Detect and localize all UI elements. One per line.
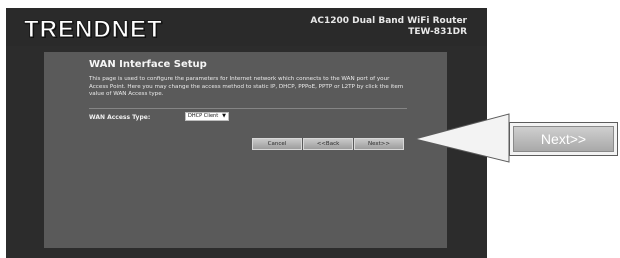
callout-zoom-box: Next>> — [509, 122, 618, 156]
callout-next-button: Next>> — [513, 126, 614, 152]
wan-access-type-select[interactable]: DHCP Client ▼ — [185, 112, 229, 121]
product-name: AC1200 Dual Band WiFi Router TEW-831DR — [310, 16, 467, 38]
dropdown-arrow-icon: ▼ — [222, 113, 226, 119]
cancel-button[interactable]: Cancel — [252, 138, 302, 150]
wan-setup-panel: WAN Interface Setup This page is used to… — [44, 52, 447, 248]
next-button[interactable]: Next>> — [354, 138, 404, 150]
router-ui-frame: TRENDNET AC1200 Dual Band WiFi Router TE… — [6, 8, 487, 258]
page-title: WAN Interface Setup — [89, 59, 207, 70]
product-model-line: AC1200 Dual Band WiFi Router — [310, 16, 467, 26]
back-button[interactable]: <<Back — [303, 138, 353, 150]
divider — [89, 108, 407, 109]
page-description: This page is used to configure the param… — [89, 76, 404, 98]
wan-access-type-value: DHCP Client — [188, 113, 219, 119]
wan-access-type-label: WAN Access Type: — [89, 114, 151, 121]
trendnet-logo: TRENDNET — [24, 16, 163, 44]
product-model-number: TEW-831DR — [408, 27, 467, 37]
header-bar: TRENDNET AC1200 Dual Band WiFi Router TE… — [6, 8, 487, 46]
